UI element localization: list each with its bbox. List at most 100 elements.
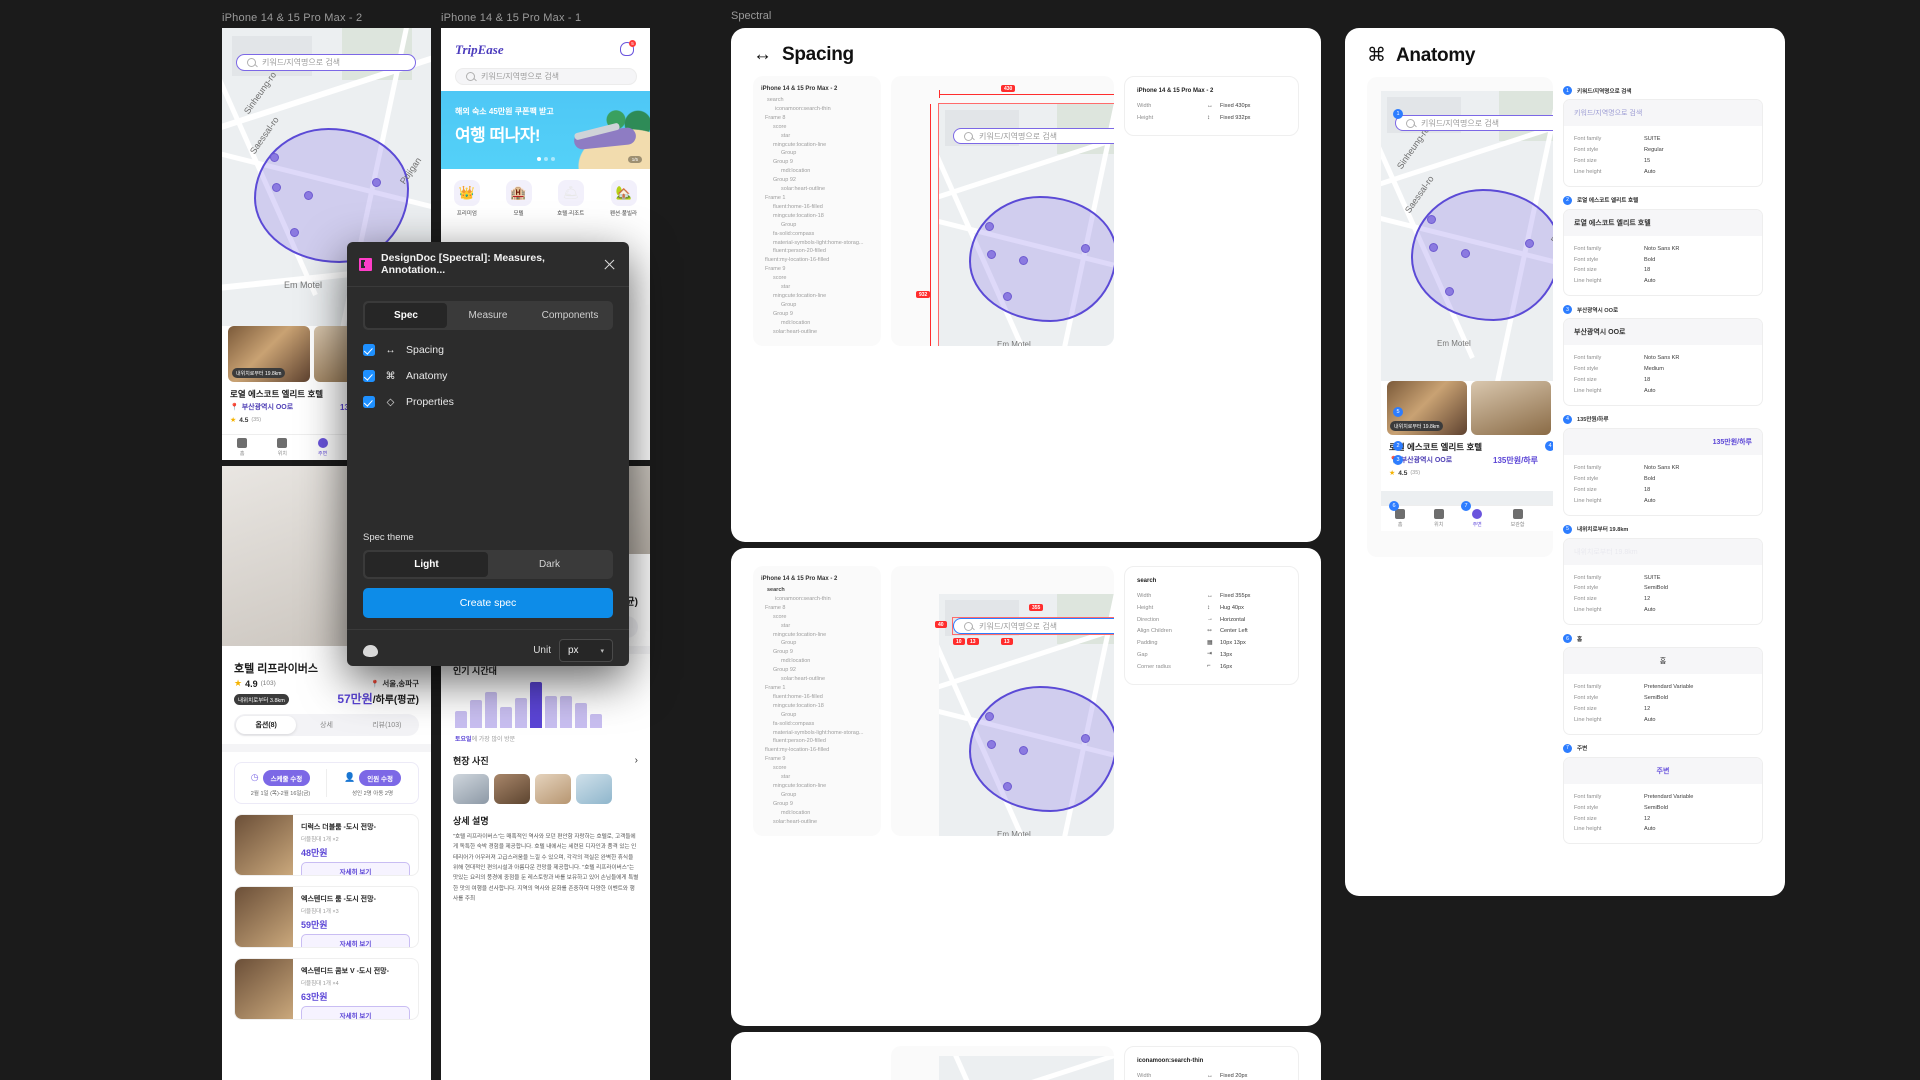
layer-node[interactable]: mingcute:location-18 [761,212,873,221]
layer-node[interactable]: Group 92 [761,176,873,185]
anatomy-marker-7[interactable]: 7 [1461,501,1471,511]
home-search-input[interactable]: 키워드/지역명으로 검색 [455,68,637,85]
layer-node[interactable]: Group [761,711,873,720]
layer-node[interactable]: Group 9 [761,158,873,167]
dialog-titlebar[interactable]: DesignDoc [Spectral]: Measures, Annotati… [347,242,629,287]
layer-node[interactable]: Group [761,301,873,310]
layer-node[interactable]: fluent:my-location-16-filled [761,746,873,755]
theme-dark-button[interactable]: Dark [488,552,611,577]
checkbox-properties[interactable] [363,396,375,408]
tab-home[interactable]: 홈 [237,438,248,457]
quick-action-motel[interactable]: 🏨 모텔 [505,180,532,217]
anatomy-marker-3[interactable]: 3 [1393,455,1403,465]
edit-people-button[interactable]: 인원 수정 [359,769,401,786]
tab-measure[interactable]: Measure [447,303,529,328]
tab-reviews[interactable]: 리뷰(103) [357,716,417,734]
layer-node[interactable]: star [761,622,873,631]
discord-icon[interactable] [363,644,378,657]
layer-node[interactable]: solar:heart-outline [761,328,873,337]
tab-components[interactable]: Components [529,303,611,328]
layer-tree[interactable]: iPhone 14 & 15 Pro Max - 2 search iconam… [753,76,881,347]
layer-node[interactable]: fluent:home-16-filled [761,693,873,702]
layer-node[interactable]: star [761,773,873,782]
anatomy-marker-2[interactable]: 2 [1393,441,1403,451]
room-row[interactable]: 엑스텐디드 룸 -도시 전망- 더블침대 1개 ×3 59만원 자세히 보기 [234,886,419,948]
layer-node[interactable]: fluent:home-16-filled [761,203,873,212]
layer-node[interactable]: mingcute:location-line [761,292,873,301]
layer-node[interactable]: mingcute:location-line [761,141,873,150]
room-detail-button[interactable]: 자세히 보기 [301,862,410,875]
room-detail-button[interactable]: 자세히 보기 [301,1006,410,1019]
layer-node[interactable]: iconamoon:search-thin [761,105,873,114]
layer-node[interactable]: Frame 8 [761,604,873,613]
anatomy-marker-5[interactable]: 5 [1393,407,1403,417]
layer-node[interactable]: Group 9 [761,648,873,657]
tab-details[interactable]: 상세 [296,716,356,734]
option-properties[interactable]: ◇ Properties [363,396,613,408]
layer-node[interactable]: score [761,274,873,283]
layer-node[interactable]: iconamoon:search-thin [761,595,873,604]
layer-node[interactable]: Group [761,149,873,158]
edit-schedule-button[interactable]: 스케줄 수정 [262,769,311,786]
tab-location[interactable]: 위치 [277,438,288,457]
anatomy-marker-4[interactable]: 4 [1545,441,1553,451]
layer-node[interactable]: mdi:location [761,809,873,818]
layer-node[interactable]: solar:heart-outline [761,185,873,194]
layer-node[interactable]: mdi:location [761,167,873,176]
layer-node[interactable]: score [761,613,873,622]
theme-light-button[interactable]: Light [365,552,488,577]
plugin-dialog[interactable]: DesignDoc [Spectral]: Measures, Annotati… [347,242,629,666]
close-icon[interactable] [602,257,617,272]
layer-node[interactable]: Group [761,221,873,230]
layer-node[interactable]: search [761,96,873,105]
layer-node[interactable]: fluent:person-20-filled [761,737,873,746]
layer-node[interactable]: mingcute:location-line [761,782,873,791]
layer-node[interactable]: Frame 8 [761,114,873,123]
layer-node[interactable]: Frame 1 [761,684,873,693]
layer-node[interactable]: material-symbols-light:home-storag... [761,239,873,248]
tab-nearby[interactable]: 주변 [317,438,328,457]
chevron-right-icon[interactable]: › [635,755,638,766]
layer-node[interactable]: star [761,132,873,141]
layer-node[interactable]: Group 9 [761,800,873,809]
layer-node-selected[interactable]: search [761,586,873,595]
layer-node[interactable]: Group 9 [761,310,873,319]
checkbox-anatomy[interactable] [363,370,375,382]
layer-node[interactable]: fa-solid:compass [761,230,873,239]
notification-bell-icon[interactable]: 5 [620,40,636,56]
tab-spec[interactable]: Spec [365,303,447,328]
layer-node[interactable]: solar:heart-outline [761,818,873,827]
promo-banner[interactable]: 해외 숙소 45만원 쿠폰팩 받고 여행 떠나자! 1/5 [441,91,650,169]
layer-node[interactable]: mingcute:location-18 [761,702,873,711]
dialog-tabs[interactable]: Spec Measure Components [363,301,613,330]
photo-thumb[interactable] [494,774,530,804]
room-row[interactable]: 엑스텐디드 콤보 V -도시 전망- 더블침대 1개 ×4 63만원 자세히 보… [234,958,419,1020]
layer-node[interactable]: Group [761,791,873,800]
layer-node[interactable]: mdi:location [761,657,873,666]
photo-thumb[interactable] [453,774,489,804]
layer-node[interactable]: solar:heart-outline [761,675,873,684]
checkbox-spacing[interactable] [363,344,375,356]
layer-node[interactable]: mingcute:location-line [761,631,873,640]
layer-node[interactable]: score [761,123,873,132]
photo-strip[interactable] [453,774,612,804]
option-anatomy[interactable]: ⌘ Anatomy [363,370,613,382]
theme-toggle[interactable]: Light Dark [363,550,613,579]
room-row[interactable]: 디럭스 더블룸 -도시 전망- 더블침대 1개 ×2 48만원 자세히 보기 [234,814,419,876]
layer-node[interactable]: Frame 9 [761,755,873,764]
layer-node[interactable]: score [761,764,873,773]
anatomy-marker-1[interactable]: 1 [1393,109,1403,119]
layer-tree[interactable]: iPhone 14 & 15 Pro Max - 2 search iconam… [753,566,881,837]
create-spec-button[interactable]: Create spec [363,588,613,618]
layer-node[interactable]: fluent:person-20-filled [761,247,873,256]
photo-thumb[interactable] [535,774,571,804]
detail-tabs[interactable]: 옵션(8) 상세 리뷰(103) [234,714,419,736]
layer-node[interactable]: fa-solid:compass [761,720,873,729]
tab-options[interactable]: 옵션(8) [236,716,297,734]
layer-node[interactable]: Frame 9 [761,265,873,274]
option-spacing[interactable]: ↔ Spacing [363,344,613,356]
layer-node[interactable]: mdi:location [761,319,873,328]
map-search-input[interactable]: 키워드/지역명으로 검색 [236,54,416,71]
layer-node[interactable]: fluent:my-location-16-filled [761,256,873,265]
schedule-editor[interactable]: ◷ 스케줄 수정 2월 1일 (목)-2월 16일(금) 👤 인원 수정 성인 … [234,762,419,804]
